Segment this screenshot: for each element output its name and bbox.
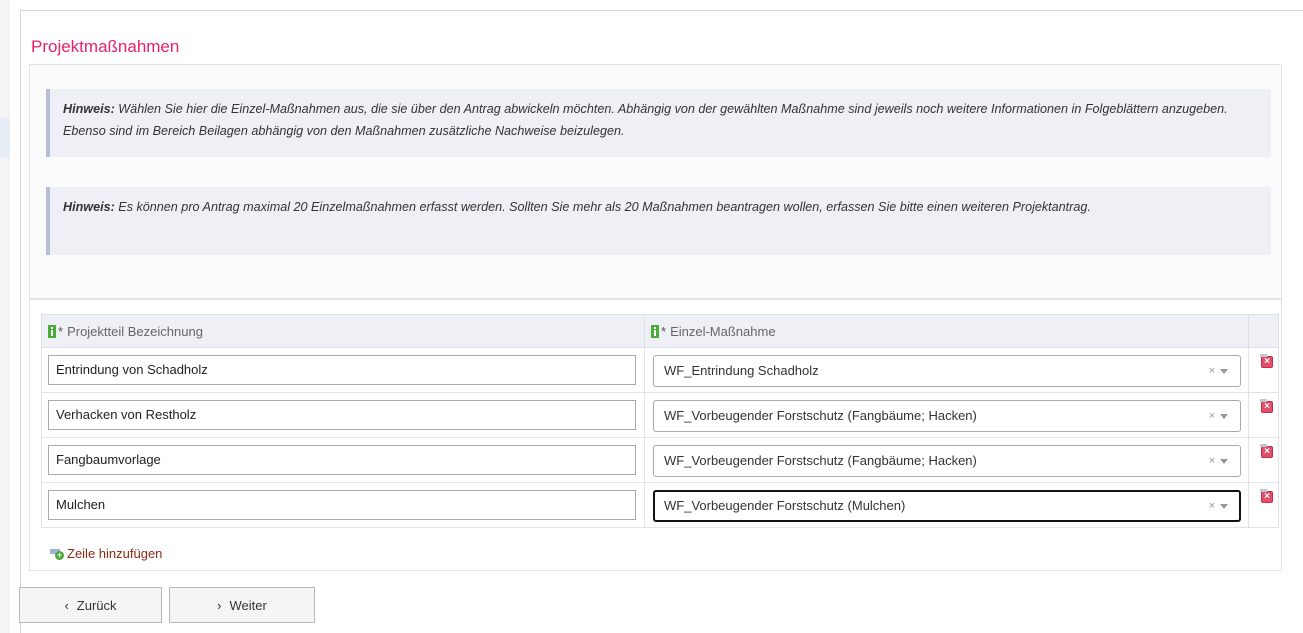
clear-icon[interactable]: × xyxy=(1209,446,1215,476)
cell-bezeichnung: Verhacken von Restholz xyxy=(41,392,645,438)
column-header-bezeichnung: * Projektteil Bezeichnung xyxy=(41,314,645,348)
chevron-down-icon[interactable] xyxy=(1220,414,1228,419)
hint-note-1-text: Wählen Sie hier die Einzel-Maßnahmen aus… xyxy=(63,102,1228,138)
cell-actions: × xyxy=(1248,437,1279,483)
massnahme-select[interactable]: WF_Vorbeugender Forstschutz (Fangbäume; … xyxy=(653,445,1241,477)
delete-row-icon[interactable]: × xyxy=(1260,489,1273,503)
add-row-link[interactable]: + Zeile hinzufügen xyxy=(50,546,162,561)
massnahme-select[interactable]: WF_Entrindung Schadholz × xyxy=(653,355,1241,387)
table-row: Mulchen WF_Vorbeugender Forstschutz (Mul… xyxy=(41,482,1279,528)
add-row-label: Zeile hinzufügen xyxy=(67,546,163,561)
cell-bezeichnung: Fangbaumvorlage xyxy=(41,437,645,483)
page-title: Projektmaßnahmen xyxy=(31,37,180,56)
info-icon[interactable] xyxy=(48,324,56,338)
hint-note-2-label: Hinweis: xyxy=(63,200,115,214)
cell-massnahme: WF_Vorbeugender Forstschutz (Fangbäume; … xyxy=(644,437,1249,483)
column-header-label: Einzel-Maßnahme xyxy=(670,323,776,339)
chevron-down-icon[interactable] xyxy=(1220,504,1228,509)
back-button[interactable]: ‹ Zurück xyxy=(19,587,162,623)
required-marker: * xyxy=(661,323,667,339)
next-button[interactable]: › Weiter xyxy=(169,587,315,623)
select-value: WF_Vorbeugender Forstschutz (Fangbäume; … xyxy=(664,408,977,423)
next-button-label: Weiter xyxy=(229,597,267,613)
massnahme-select[interactable]: WF_Vorbeugender Forstschutz (Mulchen) × xyxy=(653,490,1241,522)
back-button-label: Zurück xyxy=(76,597,117,613)
cell-bezeichnung: Mulchen xyxy=(41,482,645,528)
delete-row-icon[interactable]: × xyxy=(1260,399,1273,413)
add-row-icon: + xyxy=(50,548,64,560)
chevron-right-icon: › xyxy=(217,597,222,613)
table-row: Fangbaumvorlage WF_Vorbeugender Forstsch… xyxy=(41,437,1279,483)
clear-icon[interactable]: × xyxy=(1209,492,1215,520)
measures-table: * Projektteil Bezeichnung * Einzel-Maßnahm… xyxy=(41,314,1279,528)
main-panel: Projektmaßnahmen Hinweis: Wählen Sie hie… xyxy=(20,10,1303,633)
required-marker: * xyxy=(58,323,64,339)
cell-bezeichnung: Entrindung von Schadholz xyxy=(41,347,645,393)
column-header-massnahme: * Einzel-Maßnahme xyxy=(644,314,1249,348)
measures-grid-container: * Projektteil Bezeichnung * Einzel-Maßnahm… xyxy=(29,299,1282,571)
select-value: WF_Entrindung Schadholz xyxy=(664,363,819,378)
table-row: Entrindung von Schadholz WF_Entrindung S… xyxy=(41,347,1279,393)
bezeichnung-input[interactable]: Mulchen xyxy=(48,490,636,520)
select-value: WF_Vorbeugender Forstschutz (Mulchen) xyxy=(664,498,906,513)
hint-note-1: Hinweis: Wählen Sie hier die Einzel-Maßn… xyxy=(46,89,1271,157)
select-value: WF_Vorbeugender Forstschutz (Fangbäume; … xyxy=(664,453,977,468)
clear-icon[interactable]: × xyxy=(1209,356,1215,386)
cell-massnahme: WF_Vorbeugender Forstschutz (Fangbäume; … xyxy=(644,392,1249,438)
info-icon[interactable] xyxy=(651,324,659,338)
column-header-label: Projektteil Bezeichnung xyxy=(67,323,203,339)
hint-note-2-text: Es können pro Antrag maximal 20 Einzelma… xyxy=(118,200,1091,214)
left-edge-strip xyxy=(0,0,10,633)
delete-row-icon[interactable]: × xyxy=(1260,444,1273,458)
cell-actions: × xyxy=(1248,482,1279,528)
massnahme-select[interactable]: WF_Vorbeugender Forstschutz (Fangbäume; … xyxy=(653,400,1241,432)
chevron-left-icon: ‹ xyxy=(64,597,69,613)
table-row: Verhacken von Restholz WF_Vorbeugender F… xyxy=(41,392,1279,438)
hint-note-1-label: Hinweis: xyxy=(63,102,115,116)
cell-actions: × xyxy=(1248,347,1279,393)
hint-note-2: Hinweis: Es können pro Antrag maximal 20… xyxy=(46,187,1271,255)
bezeichnung-input[interactable]: Entrindung von Schadholz xyxy=(48,355,636,385)
hints-container: Hinweis: Wählen Sie hier die Einzel-Maßn… xyxy=(29,64,1282,299)
chevron-down-icon[interactable] xyxy=(1220,369,1228,374)
bezeichnung-input[interactable]: Fangbaumvorlage xyxy=(48,445,636,475)
delete-row-icon[interactable]: × xyxy=(1260,354,1273,368)
table-header-row: * Projektteil Bezeichnung * Einzel-Maßnahm… xyxy=(41,314,1279,348)
cell-massnahme: WF_Entrindung Schadholz × xyxy=(644,347,1249,393)
cell-actions: × xyxy=(1248,392,1279,438)
clear-icon[interactable]: × xyxy=(1209,401,1215,431)
bezeichnung-input[interactable]: Verhacken von Restholz xyxy=(48,400,636,430)
left-edge-marker xyxy=(0,118,10,158)
column-header-actions xyxy=(1248,314,1279,348)
chevron-down-icon[interactable] xyxy=(1220,459,1228,464)
cell-massnahme: WF_Vorbeugender Forstschutz (Mulchen) × xyxy=(644,482,1249,528)
